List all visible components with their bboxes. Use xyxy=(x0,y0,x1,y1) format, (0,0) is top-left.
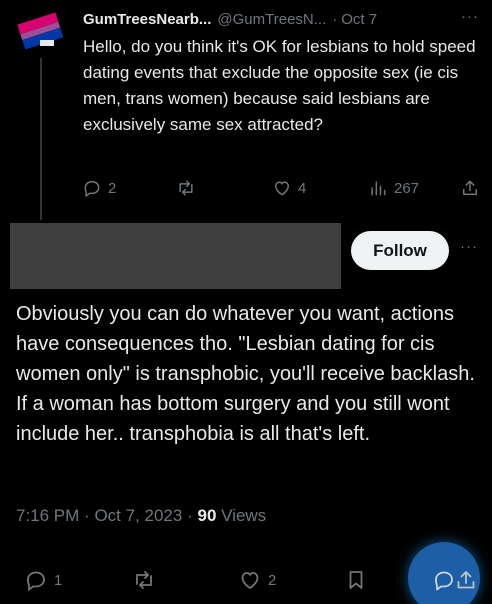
repost-button[interactable] xyxy=(176,176,202,200)
reply-icon xyxy=(27,571,45,592)
meta-separator: · xyxy=(84,506,90,525)
like-button[interactable]: 4 xyxy=(272,176,306,200)
views-count: 90 xyxy=(197,506,217,525)
separator: · xyxy=(332,10,338,28)
post-metadata: 7:16 PM · Oct 7, 2023 · 90 Views xyxy=(16,506,266,526)
parent-post[interactable]: GumTreesNearb... @GumTreesN... · Oct 7 ·… xyxy=(0,0,492,220)
views-count: 267 xyxy=(394,179,420,197)
reply-button[interactable]: 1 xyxy=(24,568,62,592)
repost-icon xyxy=(136,571,152,589)
follow-button[interactable]: Follow xyxy=(351,231,449,270)
heart-icon xyxy=(241,572,259,590)
reply-button[interactable]: 2 xyxy=(82,176,116,200)
reply-icon xyxy=(84,180,100,198)
like-button[interactable]: 2 xyxy=(238,568,276,592)
share-icon xyxy=(457,571,475,589)
parent-post-text: Hello, do you think it's OK for lesbians… xyxy=(83,37,476,134)
bisexual-flag-avatar[interactable] xyxy=(16,6,64,54)
more-options-button[interactable]: ··· xyxy=(461,8,479,25)
reply-count: 1 xyxy=(54,571,63,589)
post-date[interactable]: Oct 7 xyxy=(341,11,377,28)
redacted-author-block xyxy=(10,223,341,289)
reply-count: 2 xyxy=(108,179,117,197)
like-count: 2 xyxy=(268,571,277,589)
thread-line xyxy=(40,58,42,220)
views-chart-icon xyxy=(371,181,386,196)
compose-icon xyxy=(435,571,453,591)
post-time[interactable]: 7:16 PM xyxy=(16,506,79,525)
author-name[interactable]: GumTreesNearb... xyxy=(83,11,211,28)
bookmark-button[interactable] xyxy=(344,568,368,592)
share-icon xyxy=(463,180,477,195)
bookmark-icon xyxy=(349,571,363,589)
views-label: Views xyxy=(221,506,267,525)
author-handle[interactable]: @GumTreesN... xyxy=(217,11,326,28)
post-date[interactable]: Oct 7, 2023 xyxy=(94,506,182,525)
parent-post-header: GumTreesNearb... @GumTreesN... · Oct 7 ·… xyxy=(83,8,483,30)
main-post-text: Obviously you can do whatever you want, … xyxy=(16,303,475,445)
views-button[interactable]: 267 xyxy=(368,176,419,200)
share-button[interactable] xyxy=(460,176,480,200)
heart-icon xyxy=(274,181,290,196)
more-options-button[interactable]: ··· xyxy=(460,238,478,255)
like-count: 4 xyxy=(298,179,307,197)
repost-icon xyxy=(179,180,193,196)
parent-post-actions: 2 4 267 xyxy=(80,176,484,200)
repost-button[interactable] xyxy=(132,568,162,592)
meta-separator: · xyxy=(187,506,193,525)
share-button[interactable] xyxy=(454,568,478,592)
